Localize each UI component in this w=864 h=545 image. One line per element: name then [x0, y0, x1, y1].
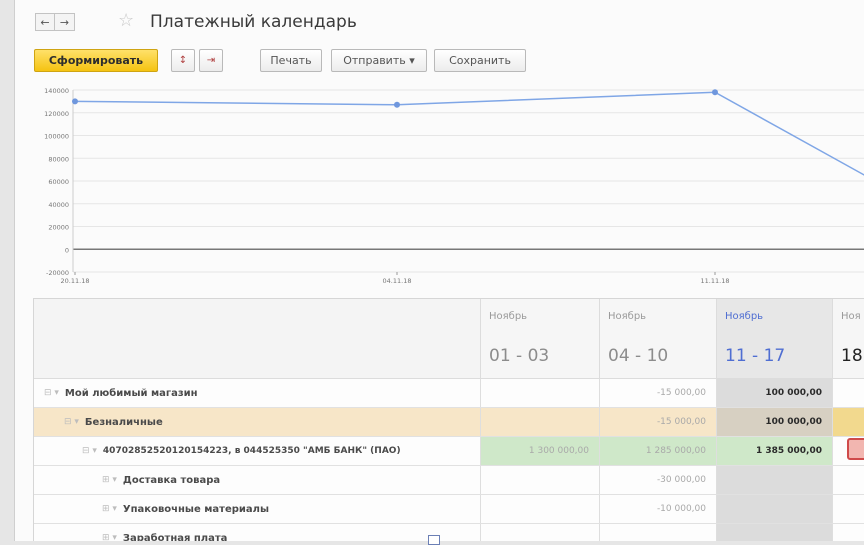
value-cell: [481, 379, 600, 407]
column-range: 11 - 17: [725, 346, 786, 366]
expand-icon[interactable]: ⊞ ▾: [102, 504, 117, 514]
value-cell: 1 385 000,00: [717, 437, 833, 465]
x-tick-label: 11.11.18: [701, 277, 730, 285]
column-range: 04 - 10: [608, 346, 669, 366]
arrow-left-icon: ←: [40, 15, 50, 29]
value-cell: 1 285 000,00: [600, 437, 717, 465]
grouping-icon: ⇥: [206, 55, 216, 66]
column-range: 18: [841, 346, 863, 366]
expand-icon[interactable]: ⊞ ▾: [102, 533, 117, 541]
row-label: Заработная плата: [122, 532, 228, 542]
value-cell: [481, 495, 600, 523]
send-button[interactable]: Отправить ▾: [331, 49, 427, 72]
value-cell: 100 000,00: [717, 379, 833, 407]
grouping-settings-button[interactable]: ⇥: [199, 49, 223, 72]
back-button[interactable]: ←: [35, 13, 55, 31]
table-row[interactable]: ⊞ ▾ Упаковочные материалы -10 000,00: [34, 495, 864, 524]
favorite-star-icon[interactable]: ☆: [118, 10, 134, 31]
navigation-buttons: ← →: [35, 13, 75, 33]
table-row[interactable]: ⊞ ▾ Доставка товара -30 000,00: [34, 466, 864, 495]
value-cell: [833, 495, 864, 523]
value-cell: -10 000,00: [600, 495, 717, 523]
column-month: Ноябрь: [608, 311, 647, 322]
chart-svg: 140000 120000 100000 80000 60000 40000 20000 0 -…: [44, 87, 864, 285]
value-cell: -15 000,00: [600, 379, 717, 407]
value-cell: [600, 524, 717, 541]
payment-calendar-window: ← → ☆ Платежный календарь Сформировать ↕…: [14, 0, 864, 541]
row-name-cell: ⊞ ▾ Упаковочные материалы: [34, 495, 481, 523]
y-tick-label: 140000: [44, 87, 69, 95]
table-row[interactable]: ⊟ ▾ Безналичные -15 000,00 100 000,00: [34, 408, 864, 437]
resize-handle[interactable]: [428, 535, 440, 545]
table-row[interactable]: ⊟ ▾ Мой любимый магазин -15 000,00 100 00…: [34, 379, 864, 408]
collapse-icon[interactable]: ⊟ ▾: [82, 446, 97, 456]
collapse-icon[interactable]: ⊟ ▾: [64, 417, 79, 427]
value-cell: -15 000,00: [600, 408, 717, 436]
column-header-3[interactable]: Ноябрь 11 - 17: [717, 299, 833, 379]
data-point: [72, 98, 78, 105]
row-label: Безналичные: [84, 416, 163, 428]
column-month: Ноябрь: [725, 311, 764, 322]
value-cell: 1 300 000,00: [481, 437, 600, 465]
value-cell: [833, 408, 864, 436]
row-label: Мой любимый магазин: [64, 387, 198, 399]
row-label: 40702852520120154223, в 044525350 "АМБ Б…: [102, 446, 401, 456]
send-button-label: Отправить: [343, 54, 406, 67]
row-label: Доставка товара: [122, 474, 221, 486]
table-row[interactable]: ⊟ ▾ 40702852520120154223, в 044525350 "АМ…: [34, 437, 864, 466]
column-header-4[interactable]: Ноя 18: [833, 299, 864, 379]
value-cell: -30 000,00: [600, 466, 717, 494]
save-button[interactable]: Сохранить: [434, 49, 526, 72]
y-tick-label: 60000: [48, 178, 69, 186]
sort-settings-button[interactable]: ↕: [171, 49, 195, 72]
data-point: [394, 101, 400, 108]
y-tick-label: 80000: [48, 155, 69, 163]
page-title: Платежный календарь: [150, 12, 357, 32]
y-tick-label: 0: [65, 246, 69, 254]
row-name-cell: ⊞ ▾ Заработная плата: [34, 524, 481, 541]
data-point: [712, 89, 718, 96]
row-name-cell: ⊞ ▾ Доставка товара: [34, 466, 481, 494]
selected-cell-highlight[interactable]: [847, 438, 864, 460]
print-button[interactable]: Печать: [260, 49, 322, 72]
payment-chart: 140000 120000 100000 80000 60000 40000 20000 0 -…: [15, 82, 864, 294]
y-tick-label: 120000: [44, 110, 69, 118]
value-cell: 100 000,00: [717, 408, 833, 436]
y-tick-label: 40000: [48, 201, 69, 209]
collapse-icon[interactable]: ⊟ ▾: [44, 388, 59, 398]
x-tick-label: 04.11.18: [383, 277, 412, 285]
forward-button[interactable]: →: [55, 13, 75, 31]
chevron-down-icon: ▾: [409, 54, 415, 67]
row-name-cell: ⊟ ▾ Безналичные: [34, 408, 481, 436]
row-name-cell: ⊟ ▾ 40702852520120154223, в 044525350 "АМ…: [34, 437, 481, 465]
y-tick-label: 100000: [44, 133, 69, 141]
column-range: 01 - 03: [489, 346, 550, 366]
value-cell: -: [833, 379, 864, 407]
value-cell: [717, 495, 833, 523]
series-line: [74, 91, 864, 176]
column-header-1[interactable]: Ноябрь 01 - 03: [481, 299, 600, 379]
value-cell: [717, 466, 833, 494]
value-cell: [481, 466, 600, 494]
payment-calendar-table: Ноябрь 01 - 03 Ноябрь 04 - 10 Ноябрь 11 …: [33, 298, 864, 541]
value-cell: [717, 524, 833, 541]
x-tick-label: 20.11.18: [61, 277, 90, 285]
value-cell: [481, 524, 600, 541]
column-month: Ноя: [841, 311, 861, 322]
y-tick-label: 20000: [48, 224, 69, 232]
y-tick-label: -20000: [46, 269, 69, 277]
value-cell: [481, 408, 600, 436]
expand-icon[interactable]: ⊞ ▾: [102, 475, 117, 485]
row-label: Упаковочные материалы: [122, 503, 270, 515]
column-header-2[interactable]: Ноябрь 04 - 10: [600, 299, 717, 379]
row-name-cell: ⊟ ▾ Мой любимый магазин: [34, 379, 481, 407]
value-cell: [833, 524, 864, 541]
generate-button[interactable]: Сформировать: [34, 49, 158, 72]
sort-icon: ↕: [178, 55, 188, 66]
value-cell: [833, 466, 864, 494]
arrow-right-icon: →: [59, 15, 70, 29]
table-row[interactable]: ⊞ ▾ Заработная плата: [34, 524, 864, 541]
column-month: Ноябрь: [489, 311, 528, 322]
header-name-cell: [34, 299, 481, 379]
